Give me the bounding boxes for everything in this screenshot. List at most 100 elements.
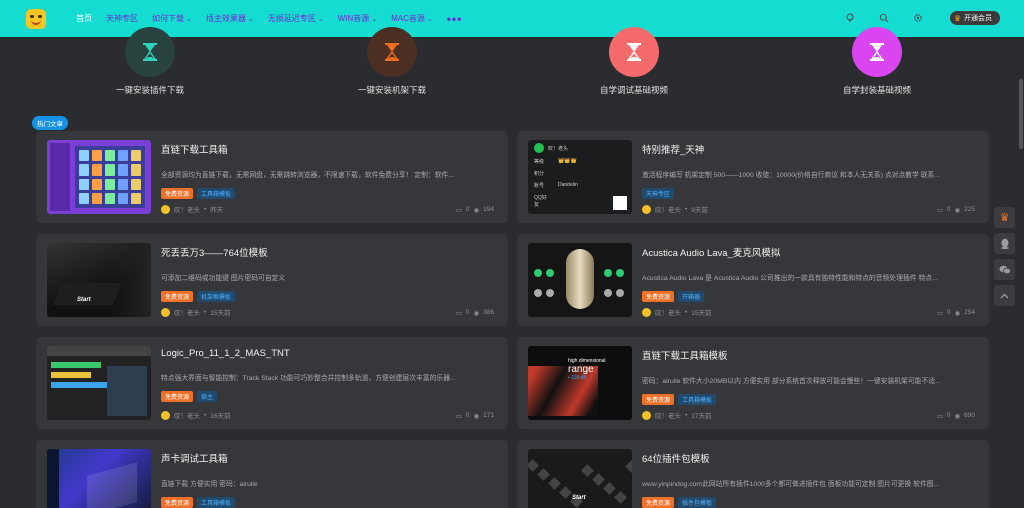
scrollbar-thumb[interactable] (1019, 79, 1023, 149)
feature-circle (125, 27, 175, 77)
nav-item-2[interactable]: 如何下载 ⌄ (152, 13, 192, 24)
site-logo[interactable] (26, 8, 46, 29)
article-tag[interactable]: 免费资源 (161, 497, 194, 508)
dot-separator: • (204, 411, 207, 419)
nav-item-6[interactable]: MAC音源 ⌄ (391, 13, 433, 24)
article-tag[interactable]: 免费资源 (161, 391, 194, 402)
nav-more-button[interactable]: ••• (447, 12, 463, 26)
article-tag[interactable]: 宿主 (197, 391, 218, 402)
article-title[interactable]: 直链下载工具箱 (161, 142, 494, 156)
article-title[interactable]: Acustica Audio Lava_麦克风模拟 (642, 245, 975, 259)
article-tag[interactable]: 免费资源 (161, 188, 194, 199)
article-card[interactable]: Logic_Pro_11_1_2_MAS_TNT 特点强大界面与智能控制：Tra… (36, 337, 508, 429)
main-nav: 首页 天神专区 如何下载 ⌄ 插主效果器 ⌄ 无损延迟专区 ⌄ WIN音源 ⌄ MAC音源 ⌄ ••• (76, 12, 462, 26)
nav-item-1[interactable]: 天神专区 (106, 13, 138, 24)
article-tag[interactable]: 插件包模板 (678, 497, 717, 508)
article-thumbnail[interactable] (47, 346, 151, 420)
article-title[interactable]: 死丢丢万3——764位模板 (161, 245, 494, 259)
avatar[interactable] (642, 410, 651, 420)
nav-item-5[interactable]: WIN音源 ⌄ (338, 13, 377, 24)
author-name[interactable]: 叹！老头 (655, 307, 681, 317)
article-card[interactable]: Start 64位插件包模板 www.yinpindog.com此网站所有插件1… (517, 440, 989, 508)
author-name[interactable]: 叹！老头 (655, 204, 681, 214)
author-name[interactable]: 叹！老头 (174, 410, 200, 420)
article-thumbnail[interactable] (47, 140, 151, 214)
article-title[interactable]: 声卡调试工具箱 (161, 451, 494, 465)
post-time: 15天前 (210, 310, 231, 317)
feature-circle (367, 27, 417, 77)
thumb-row-value: 👑👑👑 (558, 158, 577, 164)
back-to-top-button[interactable] (994, 285, 1015, 306)
article-tag[interactable]: 工具箱模板 (678, 394, 717, 405)
article-thumbnail[interactable]: high dimensional range • 118 dB (528, 346, 632, 420)
article-thumbnail[interactable] (528, 243, 632, 317)
nav-item-0[interactable]: 首页 (76, 13, 92, 24)
nav-item-3[interactable]: 插主效果器 ⌄ (206, 13, 254, 24)
feature-circle (609, 27, 659, 77)
article-card[interactable]: 声卡调试工具箱 直链下载 方便实用 密码：airuile 免费资源 工具箱模板 (36, 440, 508, 508)
article-tag[interactable]: 天神专区 (642, 188, 675, 199)
view-count: 171 (483, 412, 494, 419)
author-name[interactable]: 叹！老头 (174, 307, 200, 317)
avatar[interactable] (642, 307, 651, 317)
article-thumbnail[interactable]: Start (47, 243, 151, 317)
qq-float-button[interactable] (994, 233, 1015, 254)
article-title[interactable]: 64位插件包模板 (642, 451, 975, 465)
article-title[interactable]: 直链下载工具箱模板 (642, 348, 975, 362)
article-tag[interactable]: 免费资源 (161, 291, 194, 302)
article-excerpt: 密码：airuile 软件大小20MB以内 方便实用 部分系统首次释放可能会慢些… (642, 378, 941, 385)
comment-icon: ▭ (936, 413, 943, 420)
thumb-row-label: 账号 (534, 183, 545, 189)
nav-item-4[interactable]: 无损延迟专区 ⌄ (268, 13, 324, 24)
article-tag[interactable]: 开箱器 (678, 291, 705, 302)
comment-icon: ▭ (455, 310, 462, 317)
article-meta: 叹！老头 • 9天前 (642, 204, 708, 214)
article-thumbnail[interactable] (47, 449, 151, 508)
vip-button[interactable]: ♛ 开通会员 (949, 11, 1000, 25)
article-tag[interactable]: 免费资源 (642, 291, 675, 302)
author-name[interactable]: 叹！老头 (174, 204, 200, 214)
article-tag[interactable]: 免费资源 (642, 394, 675, 405)
article-card[interactable]: high dimensional range • 118 dB 直链下载工具箱模… (517, 337, 989, 429)
nav-item-label: MAC音源 (391, 14, 425, 23)
article-title[interactable]: Logic_Pro_11_1_2_MAS_TNT (161, 348, 494, 359)
feature-shortcut-0[interactable]: 一键安装插件下载 (60, 27, 240, 96)
feature-label: 自学调试基础视频 (599, 85, 668, 95)
article-tag[interactable]: 机架框模板 (197, 291, 236, 302)
avatar[interactable] (161, 204, 170, 214)
article-tag[interactable]: 工具箱模板 (197, 497, 236, 508)
article-body: 声卡调试工具箱 直链下载 方便实用 密码：airuile 免费资源 工具箱模板 (161, 451, 494, 508)
article-title[interactable]: 特别推荐_天神 (642, 142, 975, 156)
article-card[interactable]: 直链下载工具箱 全部资源均为直链下载，无需网盘，无需跳转浏览器，不限速下载，软件… (36, 131, 508, 223)
comment-count: 0 (946, 206, 951, 213)
gear-icon[interactable] (912, 12, 924, 24)
article-body: 特别推荐_天神 激活程序编写 机架定制 500——1000 收徒：10000(价… (642, 142, 975, 216)
article-card[interactable]: 叹！老头 等级 👑👑👑 积分 账号 Dandelin QQ好友 特别推荐_天神 激活程序编… (517, 131, 989, 223)
article-thumbnail[interactable]: Start (528, 449, 632, 508)
article-card[interactable]: Start 死丢丢万3——764位模板 可添加二维码或功能键 图片密码可自定义 … (36, 234, 508, 326)
article-tag[interactable]: 工具箱模板 (197, 188, 236, 199)
author-name[interactable]: 叹！老头 (655, 410, 681, 420)
feature-shortcut-3[interactable]: 自学封装基础视频 (787, 27, 967, 96)
article-card[interactable]: Acustica Audio Lava_麦克风模拟 Acustica Audio… (517, 234, 989, 326)
article-thumbnail[interactable]: 叹！老头 等级 👑👑👑 积分 账号 Dandelin QQ好友 (528, 140, 632, 214)
avatar[interactable] (161, 307, 170, 317)
scrollbar[interactable] (1018, 37, 1024, 508)
lightbulb-icon[interactable] (844, 12, 856, 24)
avatar[interactable] (642, 204, 651, 214)
feature-shortcut-2[interactable]: 自学调试基础视频 (544, 27, 724, 96)
article-body: Logic_Pro_11_1_2_MAS_TNT 特点强大界面与智能控制：Tra… (161, 348, 494, 422)
article-tag[interactable]: 免费资源 (642, 497, 675, 508)
vip-float-button[interactable]: ♛ (994, 207, 1015, 228)
wechat-float-button[interactable] (994, 259, 1015, 280)
article-excerpt: 可添加二维码或功能键 图片密码可自定义 (161, 275, 286, 282)
eye-icon: ◉ (473, 310, 480, 317)
thumb-row-label: QQ好友 (534, 195, 547, 208)
thumb-row-label: 积分 (534, 171, 545, 177)
article-body: 直链下载工具箱 全部资源均为直链下载，无需网盘，无需跳转浏览器，不限速下载，软件… (161, 142, 494, 216)
avatar[interactable] (161, 410, 170, 420)
feature-shortcut-1[interactable]: 一键安装机架下载 (302, 27, 482, 96)
search-icon[interactable] (878, 12, 890, 24)
comment-icon: ▭ (936, 310, 943, 317)
hourglass-icon (870, 43, 884, 61)
